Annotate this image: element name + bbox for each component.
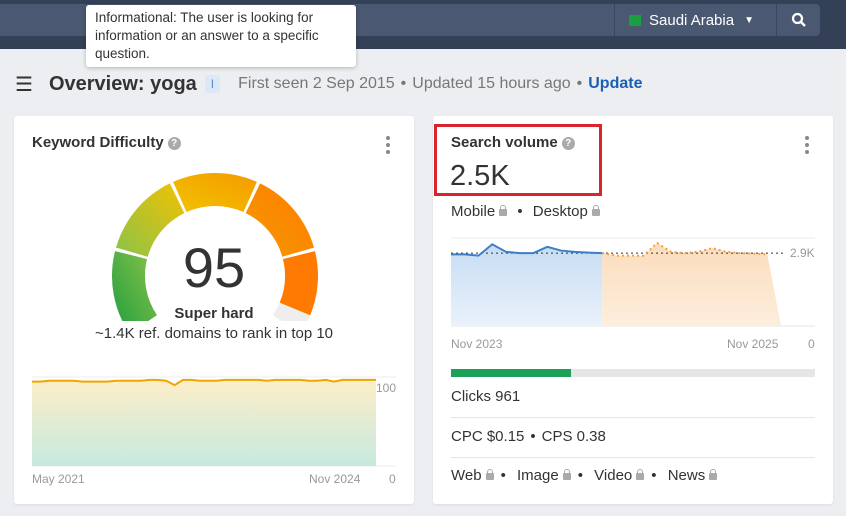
sv-actual-area: [451, 244, 603, 326]
separator: •: [576, 75, 583, 92]
menu-icon[interactable]: ☰: [15, 72, 33, 97]
lock-icon: [562, 469, 571, 480]
caret-down-icon: ▼: [744, 14, 754, 26]
lock-icon: [636, 469, 645, 480]
intent-badge[interactable]: I: [204, 75, 221, 93]
kd-x-start: May 2021: [32, 472, 85, 486]
search-icon: [791, 12, 806, 27]
sv-forecast-area: [602, 243, 781, 326]
desktop-label: Desktop: [532, 203, 588, 220]
lock-icon: [709, 469, 718, 480]
cpc-value: CPC $0.15: [451, 428, 525, 445]
mobile-label: Mobile: [451, 203, 496, 220]
divider: [451, 417, 815, 418]
serp-types-row: Web • Image • Video • News: [451, 467, 718, 484]
kd-history-chart: [32, 376, 396, 467]
lock-icon: [499, 205, 508, 216]
device-row: Mobile • Desktop: [451, 203, 600, 220]
update-link[interactable]: Update: [588, 75, 642, 93]
cps-value: CPS 0.38: [541, 428, 606, 445]
cpc-row: CPC $0.15 • CPS 0.38: [451, 428, 606, 445]
sv-value: 2.5K: [450, 160, 510, 192]
lock-icon: [591, 205, 600, 216]
clicks-bar-fill: [451, 369, 572, 377]
kd-area: [32, 379, 376, 466]
divider: [451, 457, 815, 458]
first-seen: First seen 2 Sep 2015: [238, 75, 395, 92]
country-label: Saudi Arabia: [649, 11, 735, 29]
updated-time: Updated 15 hours ago: [412, 75, 571, 92]
page-title: Overview: yoga: [48, 72, 197, 95]
separator: •: [577, 467, 583, 484]
type-image: Image: [517, 467, 559, 484]
search-button[interactable]: [776, 4, 820, 36]
help-icon[interactable]: ?: [167, 137, 181, 150]
keyword-difficulty-card: Keyword Difficulty? 95 Super hard ~1.4K …: [14, 116, 414, 504]
type-video: Video: [594, 467, 633, 484]
separator: •: [500, 467, 506, 484]
intent-tooltip: Informational: The user is looking for i…: [86, 5, 356, 67]
sv-title-text: Search volume: [451, 134, 558, 151]
sv-y-min: 0: [808, 337, 815, 351]
kd-x-end: Nov 2024: [309, 472, 361, 486]
separator: •: [517, 203, 523, 220]
kd-subtext: ~1.4K ref. domains to rank in top 10: [94, 325, 334, 342]
sv-title: Search volume?: [451, 134, 575, 151]
type-news: News: [667, 467, 706, 484]
saudi-flag-icon: [629, 14, 641, 26]
kd-value: 95: [182, 236, 246, 299]
page-header: ☰ Overview: yoga I First seen 2 Sep 2015…: [15, 72, 642, 96]
help-icon[interactable]: ?: [561, 137, 575, 150]
kd-y-min: 0: [389, 472, 396, 486]
sv-ref-label: 2.9K: [790, 246, 815, 260]
sv-x-end: Nov 2025: [727, 337, 779, 351]
separator: •: [530, 428, 536, 445]
kd-title: Keyword Difficulty?: [32, 134, 181, 151]
search-volume-card: Search volume? 2.5K Mobile • Desktop Nov…: [433, 116, 833, 504]
separator: •: [651, 467, 657, 484]
kebab-menu-icon[interactable]: [386, 136, 390, 154]
kebab-menu-icon[interactable]: [805, 136, 809, 154]
gauge-segment: [173, 173, 257, 213]
clicks-bar: [451, 369, 815, 377]
kd-y-max: 100: [376, 381, 397, 395]
sv-x-start: Nov 2023: [451, 337, 503, 351]
country-selector[interactable]: Saudi Arabia ▼: [614, 4, 776, 36]
separator: •: [400, 75, 407, 92]
type-web: Web: [451, 467, 482, 484]
kd-label: Super hard: [174, 305, 254, 322]
clicks-text: Clicks 961: [451, 388, 521, 405]
sv-history-chart: [451, 237, 815, 327]
lock-icon: [485, 469, 494, 480]
kd-title-text: Keyword Difficulty: [32, 134, 164, 151]
